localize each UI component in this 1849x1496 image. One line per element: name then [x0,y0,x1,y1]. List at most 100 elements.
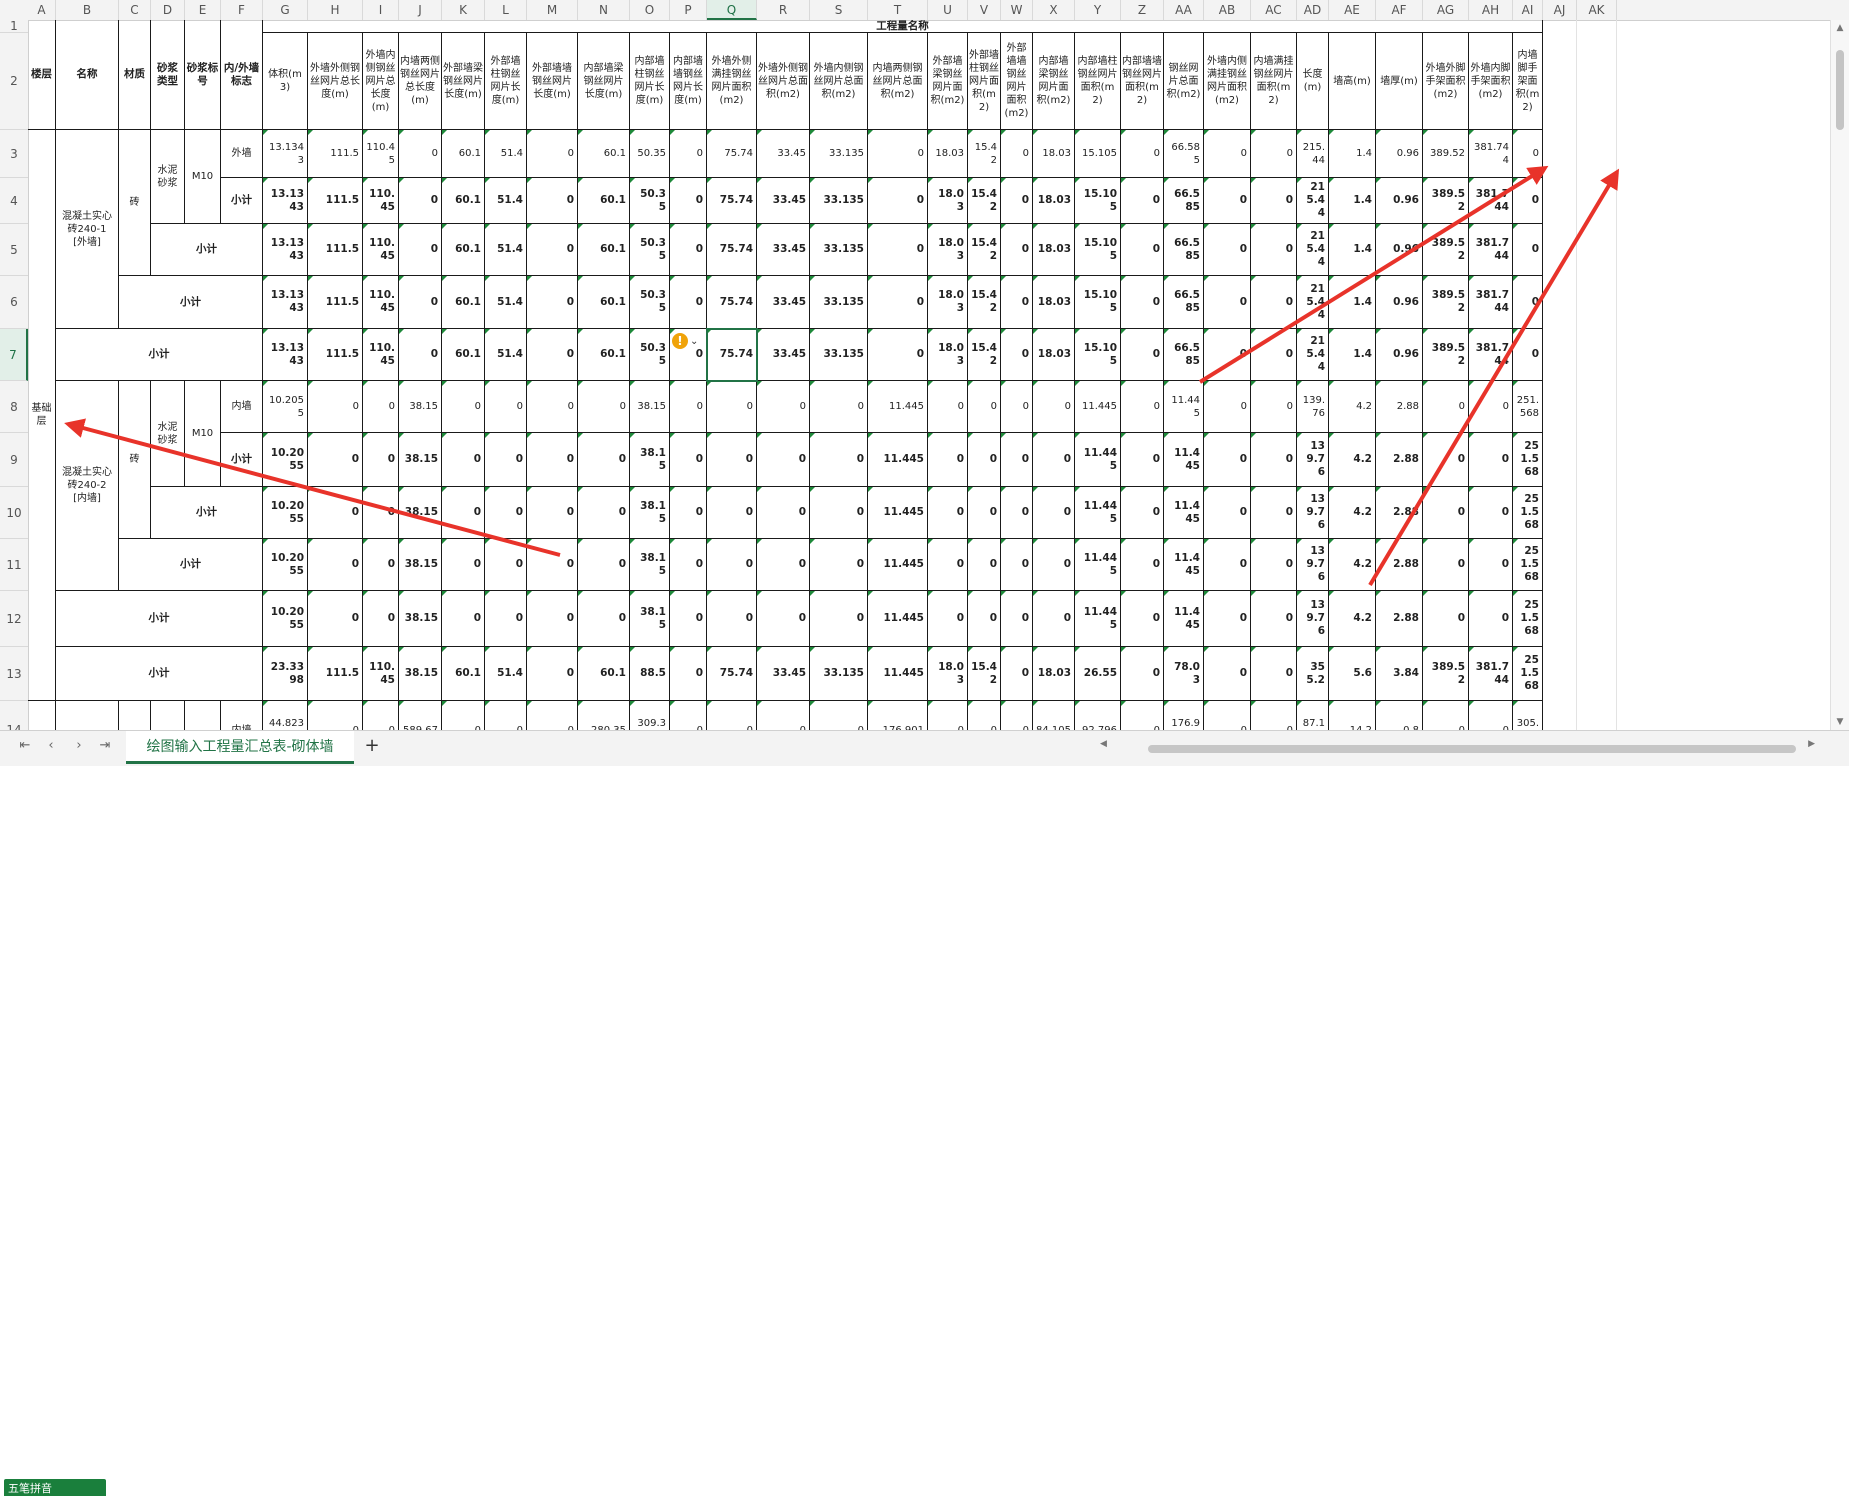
data-cell[interactable]: 0 [308,381,363,433]
data-cell[interactable]: 60.1 [578,130,630,178]
data-cell[interactable]: 51.4 [485,224,527,276]
column-header-ai[interactable]: AI [1513,0,1543,20]
data-cell[interactable]: 0 [1204,329,1251,381]
data-cell[interactable]: 50.35 [630,224,670,276]
data-cell[interactable]: 0 [485,539,527,591]
wall-side-label[interactable]: 内墙 [221,701,263,730]
data-cell[interactable]: 139.76 [1297,591,1329,647]
data-cell[interactable]: 381.744 [1469,178,1513,224]
data-cell[interactable]: 66.585 [1164,224,1204,276]
data-cell[interactable]: 60.1 [442,130,485,178]
data-cell[interactable]: 0 [578,487,630,539]
data-cell[interactable]: 251.568 [1513,539,1543,591]
data-cell[interactable]: 215.44 [1297,178,1329,224]
data-cell[interactable]: 0 [527,487,578,539]
data-cell[interactable]: 0 [928,539,968,591]
data-cell[interactable]: 38.15 [630,487,670,539]
row-header-3[interactable]: 3 [0,130,28,178]
data-cell[interactable]: 15.105 [1075,329,1121,381]
column-header-ae[interactable]: AE [1329,0,1376,20]
data-cell[interactable]: 0 [485,433,527,487]
data-cell[interactable]: 1.4 [1329,130,1376,178]
header-o[interactable]: 内部墙柱钢丝网片长度(m) [630,33,670,130]
data-cell[interactable]: 11.445 [1075,381,1121,433]
header-i[interactable]: 外墙内侧钢丝网片总长度(m) [363,33,399,130]
data-cell[interactable]: 0 [1121,647,1164,701]
data-cell[interactable]: 0 [308,433,363,487]
column-header-ak[interactable]: AK [1577,0,1617,20]
row-header-13[interactable]: 13 [0,647,28,701]
data-cell[interactable]: 15.105 [1075,224,1121,276]
data-cell[interactable]: 0 [1001,276,1033,329]
data-cell[interactable]: 0 [1204,433,1251,487]
data-cell[interactable]: 0 [968,381,1001,433]
floor-label[interactable]: 基础层 [28,130,56,701]
column-header-v[interactable]: V [968,0,1001,20]
data-cell[interactable]: 33.45 [757,329,810,381]
column-header-af[interactable]: AF [1376,0,1423,20]
data-cell[interactable]: 15.105 [1075,130,1121,178]
data-cell[interactable]: 51.4 [485,178,527,224]
data-cell[interactable]: 0 [1121,701,1164,730]
data-cell[interactable]: 1.4 [1329,178,1376,224]
column-header-ad[interactable]: AD [1297,0,1329,20]
data-cell[interactable]: 2.88 [1376,539,1423,591]
data-cell[interactable]: 33.135 [810,178,868,224]
data-cell[interactable]: 0 [670,487,707,539]
data-cell[interactable]: 110.45 [363,276,399,329]
data-cell[interactable]: 0 [1121,539,1164,591]
data-cell[interactable]: 0 [670,539,707,591]
data-cell[interactable]: 33.135 [810,647,868,701]
data-cell[interactable]: 0 [363,701,399,730]
data-cell[interactable]: 0 [1423,487,1469,539]
data-cell[interactable]: 38.15 [399,433,442,487]
subtotal-label[interactable]: 小计 [221,178,263,224]
data-cell[interactable]: 18.03 [1033,224,1075,276]
data-cell[interactable]: 60.1 [442,276,485,329]
data-cell[interactable]: 50.35 [630,276,670,329]
data-cell[interactable]: 0 [928,487,968,539]
header-x[interactable]: 内部墙梁钢丝网片面积(m2) [1033,33,1075,130]
data-cell[interactable]: 389.52 [1423,329,1469,381]
data-cell[interactable]: 75.74 [707,130,757,178]
cell-grid[interactable]: 工程量名称 楼层 名称 材质 砂浆类型 砂浆标号 内/外墙标志 体积(m3) 外墙外侧钢丝网片总… [28,20,1849,730]
data-cell[interactable]: 15.42 [968,276,1001,329]
data-cell[interactable]: 0 [1001,130,1033,178]
data-cell[interactable]: 13.1343 [263,224,308,276]
data-cell[interactable]: 0 [1423,433,1469,487]
data-cell[interactable]: 4.2 [1329,433,1376,487]
data-cell[interactable]: 215.44 [1297,130,1329,178]
data-cell[interactable]: 0 [308,591,363,647]
data-cell[interactable]: 0 [1513,276,1543,329]
data-cell[interactable]: 0 [442,487,485,539]
horizontal-scrollbar[interactable]: ◀ ▶ [1100,739,1815,753]
header-u[interactable]: 外部墙梁钢丝网片面积(m2) [928,33,968,130]
data-cell[interactable]: 389.52 [1423,130,1469,178]
data-cell[interactable]: 11.445 [1164,381,1204,433]
data-cell[interactable]: 4.2 [1329,381,1376,433]
row-header-9[interactable]: 9 [0,433,28,487]
data-cell[interactable]: 0 [578,433,630,487]
data-cell[interactable]: 0 [527,433,578,487]
data-cell[interactable]: 60.1 [442,329,485,381]
data-cell[interactable]: 0 [399,329,442,381]
data-cell[interactable]: 0 [485,487,527,539]
data-cell[interactable]: 38.15 [399,487,442,539]
data-cell[interactable]: 0 [757,539,810,591]
data-cell[interactable]: 251.568 [1513,381,1543,433]
data-cell[interactable]: 60.1 [578,647,630,701]
data-cell[interactable]: 60.1 [442,224,485,276]
data-cell[interactable]: 251.568 [1513,647,1543,701]
data-cell[interactable]: 0 [1513,329,1543,381]
data-cell[interactable]: 0 [1001,487,1033,539]
data-cell[interactable]: 11.445 [868,487,928,539]
data-cell[interactable]: 280.35 [578,701,630,730]
data-cell[interactable]: 0 [1513,224,1543,276]
column-header-w[interactable]: W [1001,0,1033,20]
data-cell[interactable]: 0 [1001,539,1033,591]
column-header-aa[interactable]: AA [1164,0,1204,20]
data-cell[interactable]: 0 [1033,591,1075,647]
data-cell[interactable]: 0 [868,276,928,329]
data-cell[interactable]: 33.45 [757,178,810,224]
data-cell[interactable]: 0 [442,381,485,433]
